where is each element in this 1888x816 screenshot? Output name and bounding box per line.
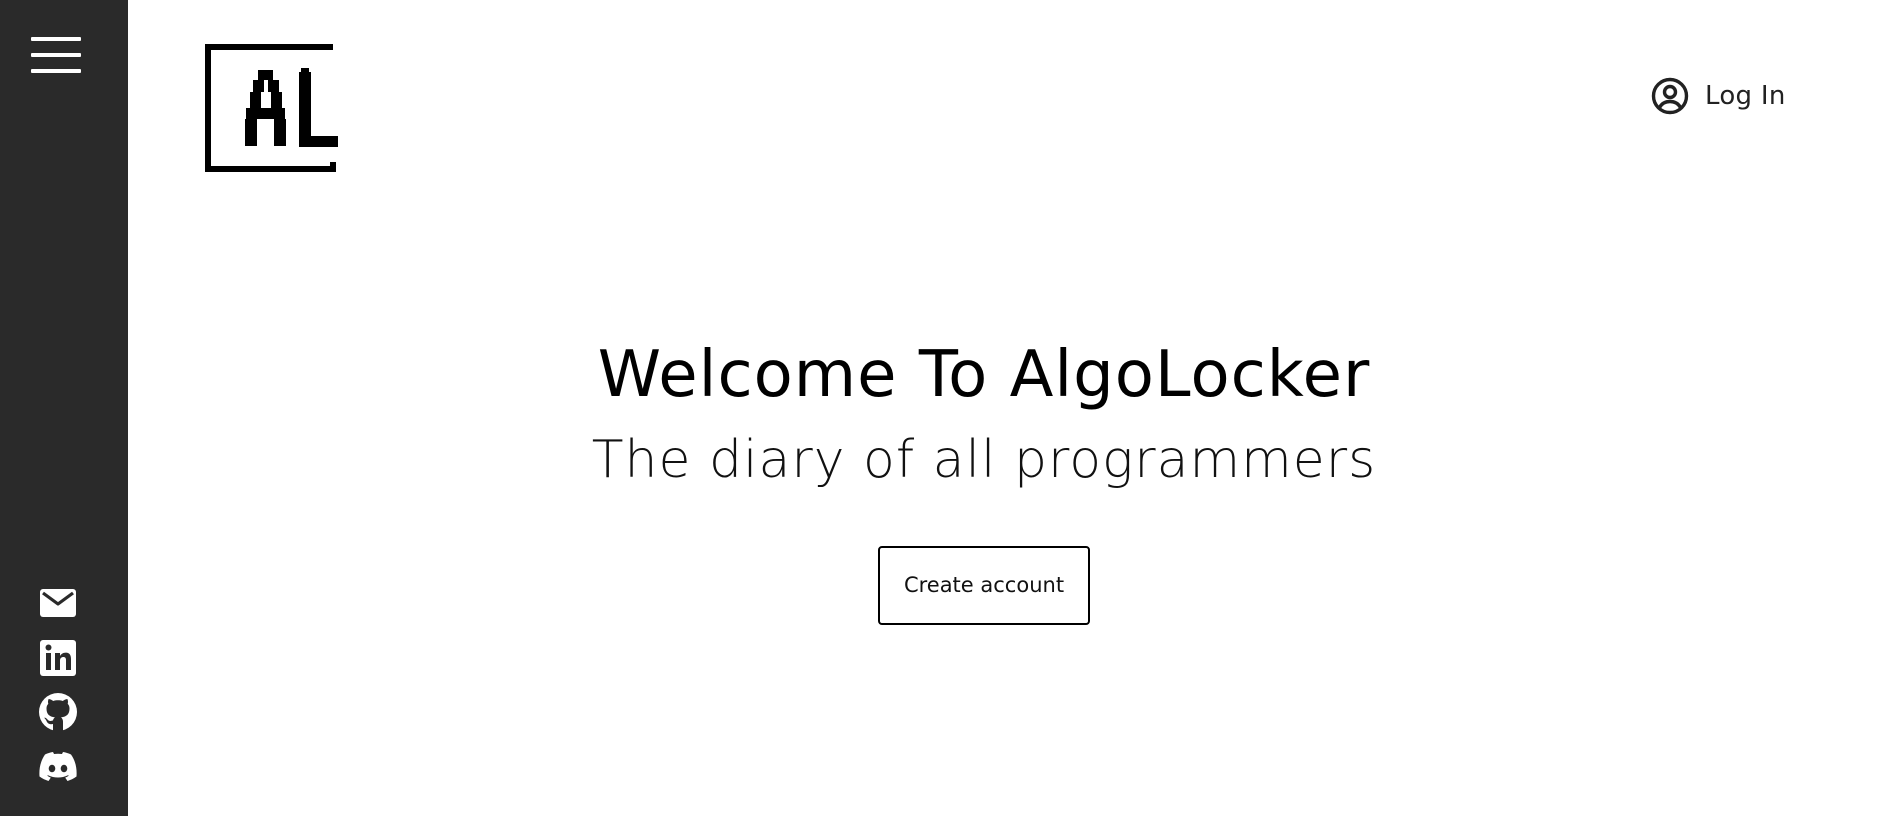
hero: Welcome To AlgoLocker The diary of all p… <box>128 330 1840 625</box>
linkedin-icon[interactable] <box>36 636 80 680</box>
sidebar <box>0 0 128 816</box>
discord-icon[interactable] <box>36 744 80 788</box>
page-title: Welcome To AlgoLocker <box>597 338 1371 412</box>
social-links <box>36 582 80 798</box>
page-subtitle: The diary of all programmers <box>591 430 1377 490</box>
page: Log In Welcome To AlgoLocker The diary o… <box>0 0 1888 816</box>
user-circle-icon <box>1651 77 1689 115</box>
email-icon[interactable] <box>36 582 80 626</box>
github-icon[interactable] <box>36 690 80 734</box>
login-label: Log In <box>1705 81 1786 111</box>
hamburger-menu-icon[interactable] <box>29 35 83 77</box>
create-account-button[interactable]: Create account <box>878 546 1090 625</box>
login-button[interactable]: Log In <box>1650 74 1786 118</box>
logo[interactable] <box>205 44 343 172</box>
